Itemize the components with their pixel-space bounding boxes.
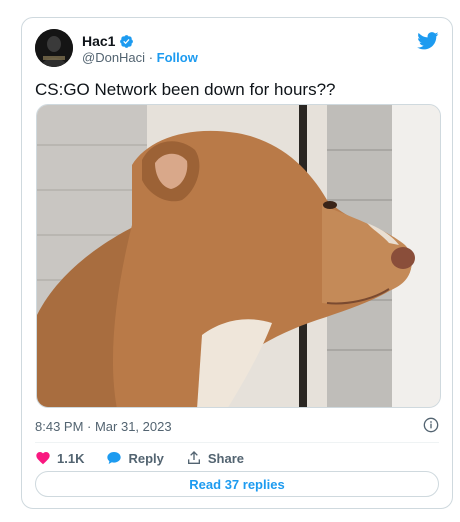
share-button[interactable]: Share <box>186 450 244 466</box>
tweet-actions: 1.1K Reply Share <box>35 448 266 468</box>
twitter-bird-icon[interactable] <box>417 32 439 50</box>
reply-label: Reply <box>128 450 164 466</box>
separator-dot: · <box>148 50 154 65</box>
info-icon[interactable] <box>423 417 439 433</box>
follow-button[interactable]: Follow <box>157 50 198 65</box>
reply-button[interactable]: Reply <box>106 450 164 466</box>
author-name-row: Hac1 <box>82 32 134 50</box>
heart-icon <box>36 452 50 465</box>
avatar[interactable] <box>35 29 73 67</box>
tweet-timestamp[interactable]: 8:43 PM · Mar 31, 2023 <box>35 419 172 434</box>
author-name[interactable]: Hac1 <box>82 33 115 49</box>
divider <box>35 442 439 443</box>
tweet-text: CS:GO Network been down for hours?? <box>35 80 336 99</box>
like-count: 1.1K <box>57 450 85 466</box>
read-replies-button[interactable]: Read 37 replies <box>35 471 439 497</box>
like-button[interactable]: 1.1K <box>35 450 84 466</box>
tweet-media-image[interactable] <box>36 104 441 408</box>
author-handle-row: @DonHaci · Follow <box>82 50 198 65</box>
verified-badge-icon <box>120 34 134 48</box>
author-handle[interactable]: @DonHaci <box>82 50 145 65</box>
share-upload-icon <box>187 451 200 464</box>
reply-bubble-icon <box>107 452 122 464</box>
dog-photo <box>37 105 440 407</box>
share-label: Share <box>207 450 245 466</box>
tweet-card: Hac1 @DonHaci · Follow CS:GO Network bee… <box>21 17 453 509</box>
